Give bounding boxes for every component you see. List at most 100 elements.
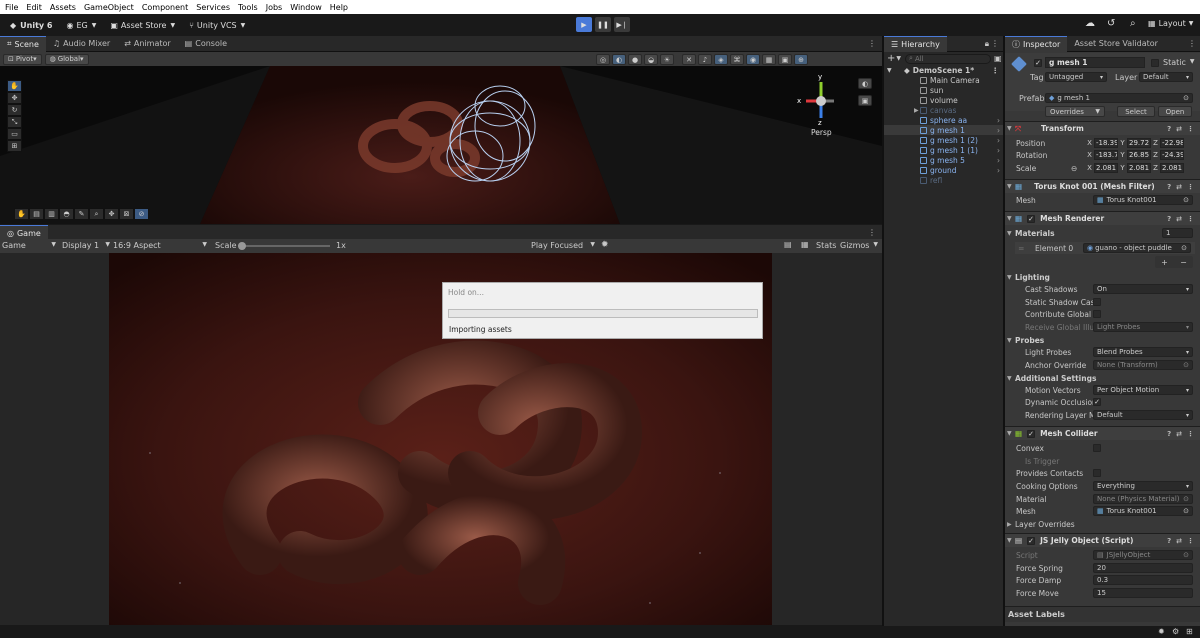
additional-settings-section[interactable]: ▼ Additional Settings: [1005, 372, 1200, 384]
static-shadow-checkbox[interactable]: [1093, 298, 1101, 306]
preset-icon[interactable]: ⇄: [1176, 215, 1182, 223]
menu-services[interactable]: Services: [196, 3, 230, 12]
add-icon[interactable]: +: [1161, 258, 1168, 267]
grid-toggle-icon[interactable]: ▦: [762, 54, 776, 65]
mesh-filter-mesh-field[interactable]: ▦ Torus Knot001 ⊙: [1093, 195, 1193, 205]
expand-arrow-icon[interactable]: ▶: [1007, 521, 1015, 528]
static-dropdown[interactable]: Static ▼: [1163, 58, 1195, 67]
hand-tool-icon[interactable]: ✋: [14, 208, 29, 220]
chevron-right-icon[interactable]: ›: [997, 116, 1000, 125]
tab-audio-mixer[interactable]: ♫ Audio Mixer: [46, 36, 117, 52]
materials-count-field[interactable]: 1: [1162, 228, 1193, 238]
paint-icon[interactable]: ✎: [74, 208, 89, 220]
hierarchy-item[interactable]: sphere aa ›: [884, 115, 1003, 125]
material-element-field[interactable]: ◉ guano - object puddle ⊙: [1083, 243, 1191, 253]
chevron-right-icon[interactable]: ›: [997, 126, 1000, 135]
panel-divider[interactable]: [882, 36, 884, 626]
expand-arrow-icon[interactable]: ▼: [1007, 183, 1015, 190]
object-picker-icon[interactable]: ⊙: [1183, 495, 1189, 503]
mesh-collider-enabled-checkbox[interactable]: ✓: [1027, 429, 1036, 438]
more-options-icon[interactable]: ⋮: [1187, 430, 1194, 438]
navmesh-icon[interactable]: ⊠: [119, 208, 134, 220]
lighting-section[interactable]: ▼ Lighting: [1005, 271, 1200, 283]
rendering-layer-dropdown[interactable]: Default: [1093, 410, 1193, 420]
physics-material-field[interactable]: None (Physics Material) ⊙: [1093, 494, 1193, 504]
scale-slider-handle[interactable]: [238, 242, 246, 250]
asset-labels-section[interactable]: Asset Labels: [1005, 606, 1200, 622]
script-header[interactable]: ▼ ▤ ✓ JS Jelly Object (Script) ? ⇄ ⋮: [1005, 533, 1200, 547]
link-icon[interactable]: ⊖: [1071, 164, 1077, 173]
cast-shadows-dropdown[interactable]: On: [1093, 284, 1193, 294]
help-icon[interactable]: ?: [1167, 215, 1171, 223]
expand-arrow-icon[interactable]: ▼: [1007, 274, 1015, 281]
mesh-renderer-enabled-checkbox[interactable]: ✓: [1027, 214, 1036, 223]
move-icon[interactable]: ✥: [104, 208, 119, 220]
layout-dropdown[interactable]: ▦ Layout ▼: [1148, 19, 1193, 28]
2d-toggle-icon[interactable]: ✕: [682, 54, 696, 65]
shaded-icon[interactable]: ●: [628, 54, 642, 65]
help-icon[interactable]: ?: [1167, 125, 1171, 133]
collider-mesh-field[interactable]: ▦ Torus Knot001 ⊙: [1093, 506, 1193, 516]
account-dropdown[interactable]: ◉ EG ▼: [62, 17, 100, 33]
network-icon[interactable]: ⊞: [1186, 627, 1193, 636]
dynamic-occlusion-checkbox[interactable]: ✓: [1093, 398, 1101, 406]
debug-icon[interactable]: ✹: [601, 240, 609, 250]
overrides-dropdown[interactable]: Overrides ▼: [1045, 106, 1105, 117]
open-button[interactable]: Open: [1158, 106, 1192, 117]
preset-icon[interactable]: ⇄: [1176, 430, 1182, 438]
pivot-dropdown[interactable]: ⊡ Pivot ▾: [3, 53, 42, 65]
provides-contacts-checkbox[interactable]: [1093, 469, 1101, 477]
rotation-z-field[interactable]: -24.39: [1160, 150, 1184, 160]
position-x-field[interactable]: -18.39: [1094, 138, 1118, 148]
hierarchy-item[interactable]: g mesh 5 ›: [884, 155, 1003, 165]
snap-icon[interactable]: ▥: [44, 208, 59, 220]
more-options-icon[interactable]: ⋮: [1188, 39, 1196, 48]
expand-arrow-icon[interactable]: ▼: [1007, 375, 1015, 382]
more-options-icon[interactable]: ⋮: [868, 39, 876, 48]
hierarchy-item[interactable]: g mesh 1 (1) ›: [884, 145, 1003, 155]
play-button[interactable]: ▶: [576, 17, 592, 32]
position-z-field[interactable]: -22.98: [1160, 138, 1184, 148]
audio-mute-icon[interactable]: ▦: [801, 240, 809, 249]
menu-help[interactable]: Help: [330, 3, 348, 12]
scene-root[interactable]: ▼ ◆ DemoScene 1* ⋮: [884, 65, 1003, 75]
expand-arrow-icon[interactable]: ▼: [1007, 215, 1015, 222]
transform-tool-icon[interactable]: ⊞: [7, 140, 22, 152]
mesh-collider-header[interactable]: ▼ ▦ ✓ Mesh Collider ? ⇄ ⋮: [1005, 426, 1200, 440]
preset-icon[interactable]: ⇄: [1176, 125, 1182, 133]
active-checkbox[interactable]: ✓: [1034, 59, 1042, 67]
drag-handle-icon[interactable]: ═: [1019, 244, 1024, 253]
lock-icon[interactable]: 🔒︎: [985, 39, 989, 49]
materials-section[interactable]: ▼ Materials 1: [1005, 227, 1200, 239]
rect-tool-icon[interactable]: ▭: [7, 128, 22, 140]
chevron-down-icon[interactable]: ▼: [896, 55, 901, 62]
bug-icon[interactable]: ✹: [1158, 627, 1165, 636]
hierarchy-item[interactable]: g mesh 1 (2) ›: [884, 135, 1003, 145]
gizmos-dropdown-icon[interactable]: ⊕: [794, 54, 808, 65]
remove-icon[interactable]: −: [1180, 258, 1187, 267]
projection-label[interactable]: Persp: [811, 128, 832, 137]
expand-arrow-icon[interactable]: ▼: [887, 67, 892, 74]
prefab-field[interactable]: ◆ g mesh 1 ⊙: [1045, 93, 1193, 103]
object-picker-icon[interactable]: ⊙: [1183, 361, 1189, 369]
menu-file[interactable]: File: [5, 3, 18, 12]
cloud-icon[interactable]: ☁: [1085, 18, 1095, 29]
hierarchy-item[interactable]: volume: [884, 95, 1003, 105]
position-y-field[interactable]: 29.72: [1127, 138, 1151, 148]
tab-inspector[interactable]: ⓘ Inspector: [1005, 35, 1068, 52]
anchor-override-field[interactable]: None (Transform) ⊙: [1093, 360, 1193, 370]
chevron-right-icon[interactable]: ›: [997, 156, 1000, 165]
hand-tool-icon[interactable]: ✋: [7, 80, 22, 92]
mesh-filter-header[interactable]: ▼ ▦ Torus Knot 001 (Mesh Filter) ? ⇄ ⋮: [1005, 179, 1200, 193]
search-icon[interactable]: ⌕: [1130, 18, 1136, 29]
more-options-icon[interactable]: ⋮: [868, 228, 876, 237]
help-icon[interactable]: ?: [1167, 537, 1171, 545]
shaded-wireframe-icon[interactable]: ◐: [612, 54, 626, 65]
rotation-x-field[interactable]: -183.7: [1094, 150, 1118, 160]
tab-animator[interactable]: ⇄ Animator: [117, 36, 177, 52]
help-icon[interactable]: ?: [1167, 183, 1171, 191]
hidden-objects-icon[interactable]: ⌘: [730, 54, 744, 65]
menu-gameobject[interactable]: GameObject: [84, 3, 134, 12]
rotation-y-field[interactable]: 26.85: [1127, 150, 1151, 160]
preset-icon[interactable]: ⇄: [1176, 537, 1182, 545]
